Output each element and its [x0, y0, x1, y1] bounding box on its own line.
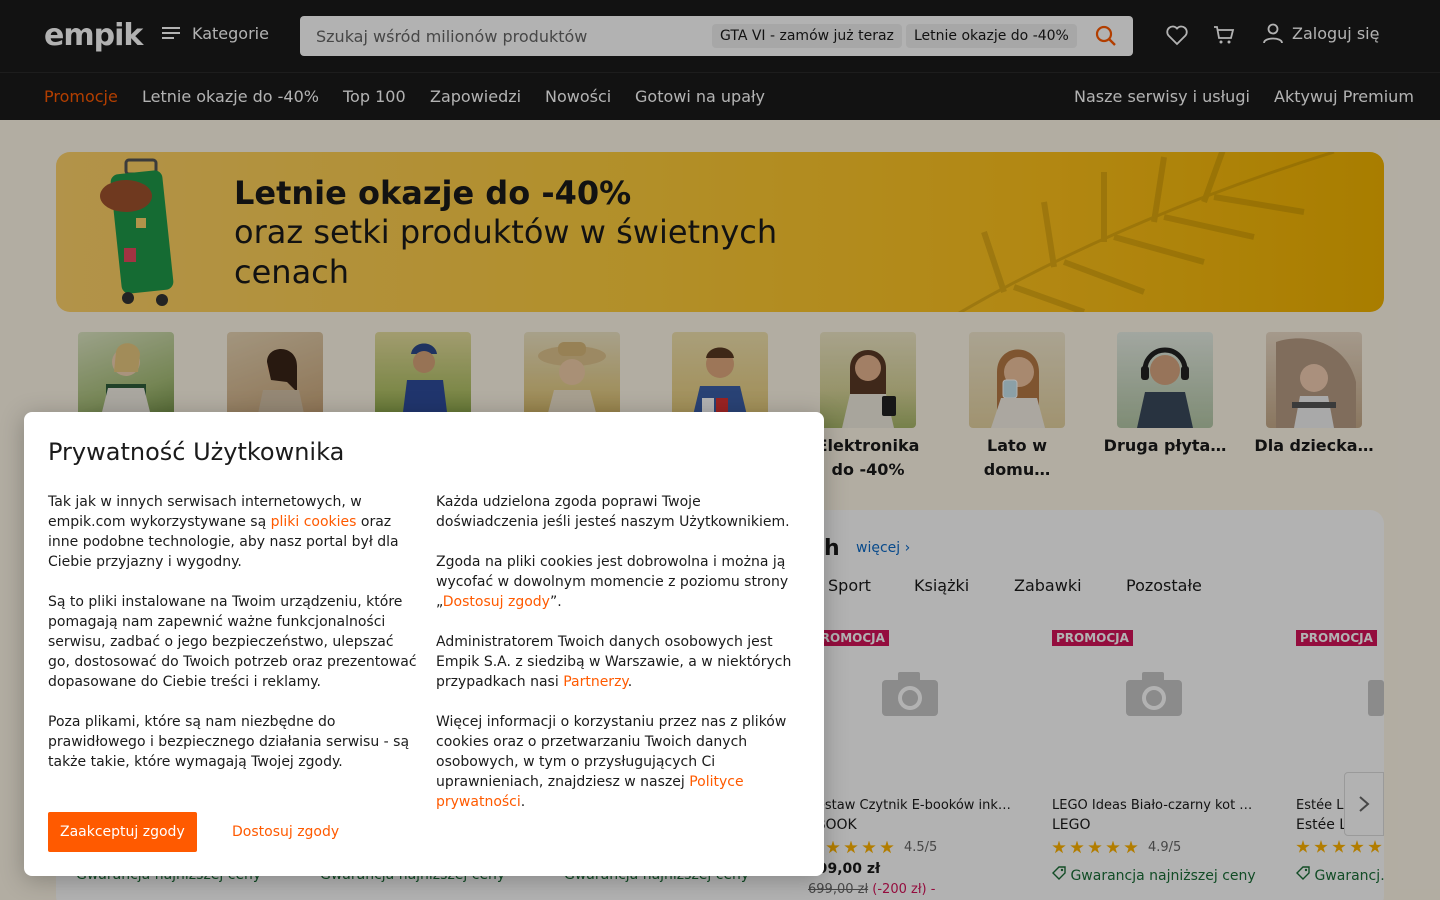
consent-paragraph: Więcej informacji o korzystaniu przez na… [436, 714, 787, 810]
cookies-link[interactable]: pliki cookies [271, 514, 357, 530]
consent-right-column: Każda udzielona zgoda poprawi Twoje dośw… [436, 492, 806, 832]
partners-link[interactable]: Partnerzy [563, 674, 628, 690]
consent-paragraph: Administratorem Twoich danych osobowych … [436, 634, 792, 690]
dialog-title: Prywatność Użytkownika [48, 438, 345, 466]
consent-paragraph: Każda udzielona zgoda poprawi Twoje dośw… [436, 494, 790, 530]
accept-consents-button[interactable]: Zaakceptuj zgody [48, 812, 197, 852]
consent-paragraph: Zgoda na pliki cookies jest dobrowolna i… [436, 554, 789, 610]
customize-consents-button[interactable]: Dostosuj zgody [232, 812, 339, 852]
consent-paragraph: Są to pliki instalowane na Twoim urządze… [48, 594, 417, 690]
customize-consents-link[interactable]: Dostosuj zgody [443, 594, 550, 610]
cookie-consent-dialog: Prywatność Użytkownika Tak jak w innych … [24, 412, 824, 876]
consent-left-column: Tak jak w innych serwisach internetowych… [48, 492, 418, 792]
consent-paragraph: Tak jak w innych serwisach internetowych… [48, 494, 399, 570]
consent-paragraph: Poza plikami, które są nam niezbędne do … [48, 714, 410, 770]
